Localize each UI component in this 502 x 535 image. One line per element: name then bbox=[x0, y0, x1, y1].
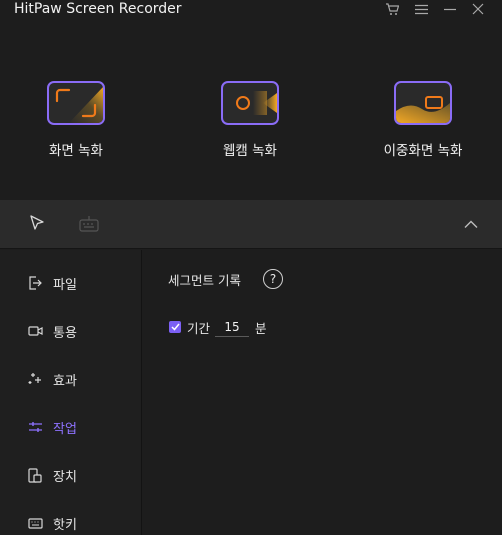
keyboard-icon[interactable] bbox=[76, 212, 102, 236]
settings-content: 세그먼트 기록 ? 기간 분 bbox=[142, 250, 502, 535]
dual-screen-record-button[interactable]: 이중화면 녹화 bbox=[353, 81, 493, 181]
cursor-icon[interactable] bbox=[26, 212, 48, 236]
video-camera-icon bbox=[26, 322, 44, 340]
segment-recording-title: 세그먼트 기록 bbox=[168, 273, 241, 288]
sidebar-item-task[interactable]: 작업 bbox=[0, 403, 141, 451]
chevron-up-icon[interactable] bbox=[459, 212, 483, 236]
webcam-record-button[interactable]: 웹캠 녹화 bbox=[180, 81, 320, 181]
screen-record-icon bbox=[47, 81, 105, 125]
sidebar-item-device[interactable]: 장치 bbox=[0, 451, 141, 499]
webcam-record-label: 웹캠 녹화 bbox=[223, 143, 277, 159]
screen-record-button[interactable]: 화면 녹화 bbox=[6, 81, 146, 181]
duration-unit: 분 bbox=[255, 321, 267, 336]
webcam-record-icon bbox=[221, 81, 279, 125]
sidebar-item-label: 작업 bbox=[53, 421, 77, 437]
dual-screen-record-icon bbox=[394, 81, 452, 125]
file-export-icon bbox=[26, 274, 44, 292]
duration-checkbox[interactable] bbox=[169, 321, 181, 333]
duration-input[interactable] bbox=[215, 317, 249, 337]
sidebar-item-label: 장치 bbox=[53, 469, 77, 485]
sidebar-item-effects[interactable]: 효과 bbox=[0, 355, 141, 403]
minimize-icon[interactable] bbox=[438, 0, 462, 18]
sparkle-icon bbox=[26, 370, 44, 388]
sidebar-item-file[interactable]: 파일 bbox=[0, 259, 141, 307]
sidebar-item-label: 파일 bbox=[53, 277, 77, 293]
sidebar-item-label: 효과 bbox=[53, 373, 77, 389]
close-icon[interactable] bbox=[466, 0, 490, 18]
help-icon[interactable]: ? bbox=[263, 269, 283, 289]
sidebar-item-label: 통용 bbox=[53, 325, 77, 341]
title-bar: HitPaw Screen Recorder bbox=[0, 0, 502, 18]
menu-icon[interactable] bbox=[409, 0, 433, 18]
sidebar-item-general[interactable]: 통용 bbox=[0, 307, 141, 355]
dual-screen-record-label: 이중화면 녹화 bbox=[383, 143, 463, 159]
settings-sidebar: 파일 통용 효과 작업 장치 핫키 bbox=[0, 250, 142, 535]
keyboard-icon bbox=[26, 514, 44, 532]
sidebar-item-label: 핫키 bbox=[53, 517, 77, 533]
record-modes: 화면 녹화 웹캠 녹화 이중화면 녹화 bbox=[0, 18, 502, 200]
device-icon bbox=[26, 466, 44, 484]
cart-icon[interactable] bbox=[380, 0, 404, 18]
sliders-icon bbox=[26, 418, 44, 436]
app-title: HitPaw Screen Recorder bbox=[14, 1, 182, 17]
sidebar-item-hotkey[interactable]: 핫키 bbox=[0, 499, 141, 535]
toolbar bbox=[0, 200, 502, 249]
screen-record-label: 화면 녹화 bbox=[49, 143, 103, 159]
duration-label: 기간 bbox=[187, 321, 211, 336]
